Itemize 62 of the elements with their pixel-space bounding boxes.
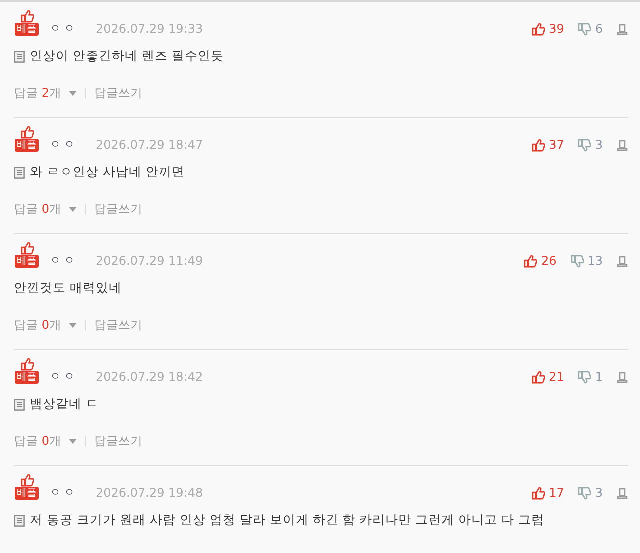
best-badge: 베플 bbox=[15, 23, 39, 36]
reply-toggle[interactable]: 답글 0개 bbox=[14, 201, 62, 218]
dislike-count: 13 bbox=[588, 254, 603, 268]
dislike-icon[interactable] bbox=[578, 22, 592, 36]
comment-date: 2026.07.29 18:47 bbox=[96, 138, 204, 152]
nickname: ㅇㅇ bbox=[50, 21, 78, 36]
comment-text: 와 ㄹㅇ인상 사납네 안끼면 bbox=[30, 164, 185, 181]
write-reply-link[interactable]: 답글쓰기 bbox=[94, 201, 142, 218]
dislike-count: 3 bbox=[595, 486, 603, 500]
like-count: 37 bbox=[549, 138, 564, 152]
like-icon[interactable] bbox=[532, 22, 546, 36]
like-count: 39 bbox=[549, 22, 564, 36]
reply-toggle[interactable]: 답글 2개 bbox=[14, 85, 62, 102]
write-reply-link[interactable]: 답글쓰기 bbox=[94, 85, 142, 102]
like-count: 21 bbox=[549, 370, 564, 384]
thumbs-up-icon[interactable] bbox=[20, 358, 34, 371]
dislike-count: 3 bbox=[595, 138, 603, 152]
comment-text: 안낀것도 매력있네 bbox=[14, 280, 122, 297]
comment-date: 2026.07.29 19:48 bbox=[96, 486, 204, 500]
thumbs-up-icon[interactable] bbox=[20, 10, 34, 23]
comment-text: 저 동공 크기가 원래 사람 인상 엄청 달라 보이게 하긴 함 카리나만 그런게 아니고 다 그럼 bbox=[30, 512, 545, 529]
nickname: ㅇㅇ bbox=[50, 253, 78, 268]
thumbs-up-icon[interactable] bbox=[20, 126, 34, 139]
report-icon[interactable] bbox=[617, 140, 628, 150]
dislike-count: 1 bbox=[595, 370, 603, 384]
like-count: 26 bbox=[541, 254, 557, 268]
dislike-icon[interactable] bbox=[578, 138, 592, 152]
caret-icon[interactable] bbox=[69, 439, 78, 444]
best-badge: 베플 bbox=[15, 371, 39, 384]
caret-icon[interactable] bbox=[69, 207, 78, 212]
reply-toggle[interactable]: 답글 0개 bbox=[14, 433, 62, 450]
nickname: ㅇㅇ bbox=[50, 485, 78, 500]
dislike-count: 6 bbox=[595, 22, 603, 36]
report-icon[interactable] bbox=[617, 488, 628, 498]
like-icon[interactable] bbox=[532, 138, 546, 152]
like-icon[interactable] bbox=[532, 486, 546, 500]
nickname: ㅇㅇ bbox=[50, 137, 78, 152]
report-icon[interactable] bbox=[617, 256, 628, 266]
dislike-icon[interactable] bbox=[578, 486, 592, 500]
comment-date: 2026.07.29 11:49 bbox=[96, 254, 204, 268]
comment-date: 2026.07.29 19:33 bbox=[96, 22, 204, 36]
reply-toggle[interactable]: 답글 0개 bbox=[14, 317, 62, 334]
like-icon[interactable] bbox=[524, 254, 538, 268]
comment-text: 인상이 안좋긴하네 렌즈 필수인듯 bbox=[30, 48, 224, 65]
report-icon[interactable] bbox=[617, 372, 628, 382]
comment-text: 뱀상같네 ㄷ bbox=[30, 396, 99, 413]
best-badge: 베플 bbox=[15, 255, 39, 268]
thumbs-up-icon[interactable] bbox=[20, 242, 34, 255]
caret-icon[interactable] bbox=[69, 91, 78, 96]
caret-icon[interactable] bbox=[69, 323, 78, 328]
dislike-icon[interactable] bbox=[578, 370, 592, 384]
nickname: ㅇㅇ bbox=[50, 369, 78, 384]
thumbs-up-icon[interactable] bbox=[20, 474, 34, 487]
like-count: 17 bbox=[549, 486, 564, 500]
best-badge: 베플 bbox=[15, 487, 39, 500]
write-reply-link[interactable]: 답글쓰기 bbox=[94, 433, 142, 450]
dislike-icon[interactable] bbox=[570, 254, 584, 268]
write-reply-link[interactable]: 답글쓰기 bbox=[94, 317, 142, 334]
like-icon[interactable] bbox=[532, 370, 546, 384]
best-badge: 베플 bbox=[15, 139, 39, 152]
comment-date: 2026.07.29 18:42 bbox=[96, 370, 204, 384]
report-icon[interactable] bbox=[617, 24, 628, 34]
